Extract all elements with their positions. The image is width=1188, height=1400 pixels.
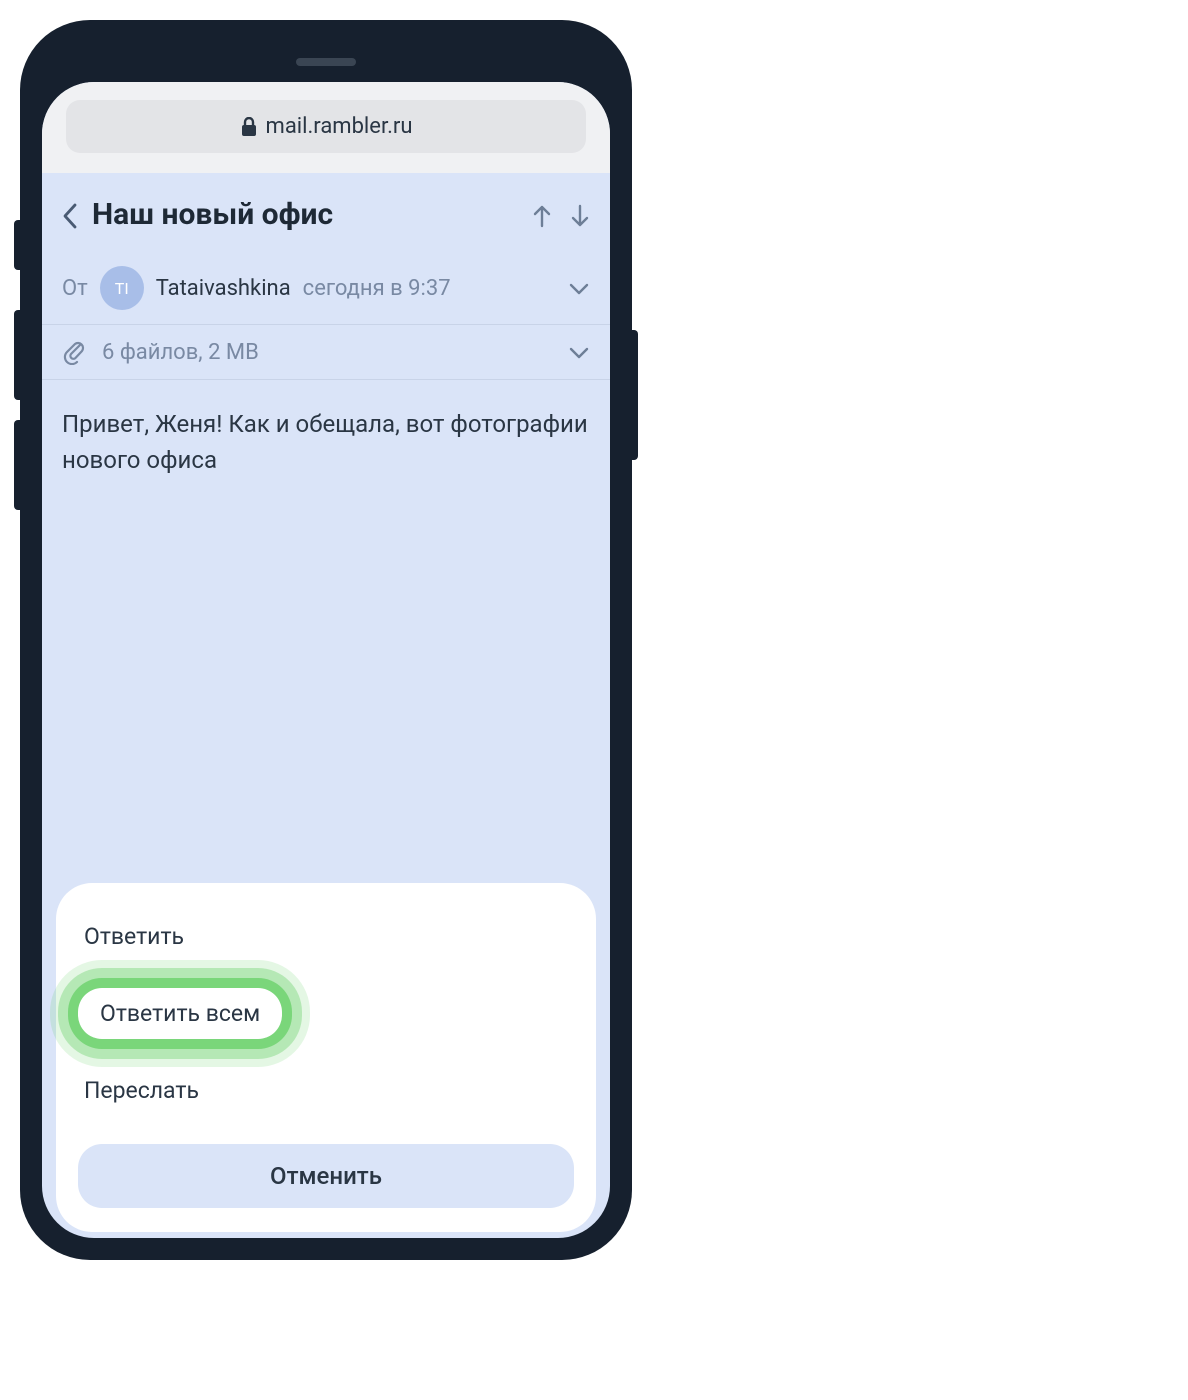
phone-power-button [628, 330, 638, 460]
forward-action[interactable]: Переслать [78, 1065, 205, 1116]
sender-name: Tataivashkina [156, 276, 291, 301]
email-header: Наш новый офис [42, 173, 610, 252]
phone-screen: mail.rambler.ru Наш новый офис [42, 82, 610, 1238]
cancel-button[interactable]: Отменить [78, 1144, 574, 1208]
url-pill[interactable]: mail.rambler.ru [66, 100, 586, 153]
reply-all-action[interactable]: Ответить всем [78, 988, 282, 1039]
attachments-summary: 6 файлов, 2 MB [102, 340, 552, 365]
phone-silent-switch [14, 220, 24, 270]
action-sheet: Ответить Ответить всем Переслать Отменит… [56, 883, 596, 1232]
avatar: TI [100, 266, 144, 310]
sender-time: сегодня в 9:37 [303, 276, 451, 301]
back-button[interactable] [62, 199, 78, 229]
paperclip-icon [62, 339, 86, 365]
next-email-button[interactable] [570, 201, 590, 229]
phone-speaker [296, 58, 356, 66]
email-subject: Наш новый офис [92, 197, 518, 232]
prev-email-button[interactable] [532, 201, 552, 229]
nav-arrows [532, 201, 590, 229]
email-body: Привет, Женя! Как и обещала, вот фотогра… [42, 380, 610, 883]
url-text: mail.rambler.ru [266, 114, 413, 139]
phone-frame: mail.rambler.ru Наш новый офис [20, 20, 632, 1260]
expand-sender-chevron-icon[interactable] [568, 276, 590, 301]
avatar-initials: TI [115, 279, 129, 298]
reply-action[interactable]: Ответить [78, 911, 190, 962]
expand-attachments-chevron-icon[interactable] [568, 340, 590, 365]
phone-volume-up [14, 310, 24, 400]
attachments-row[interactable]: 6 файлов, 2 MB [42, 325, 610, 380]
lock-icon [240, 116, 258, 137]
phone-volume-down [14, 420, 24, 510]
from-label: От [62, 276, 88, 301]
sender-row[interactable]: От TI Tataivashkina сегодня в 9:37 [42, 252, 610, 325]
browser-address-bar: mail.rambler.ru [42, 82, 610, 173]
